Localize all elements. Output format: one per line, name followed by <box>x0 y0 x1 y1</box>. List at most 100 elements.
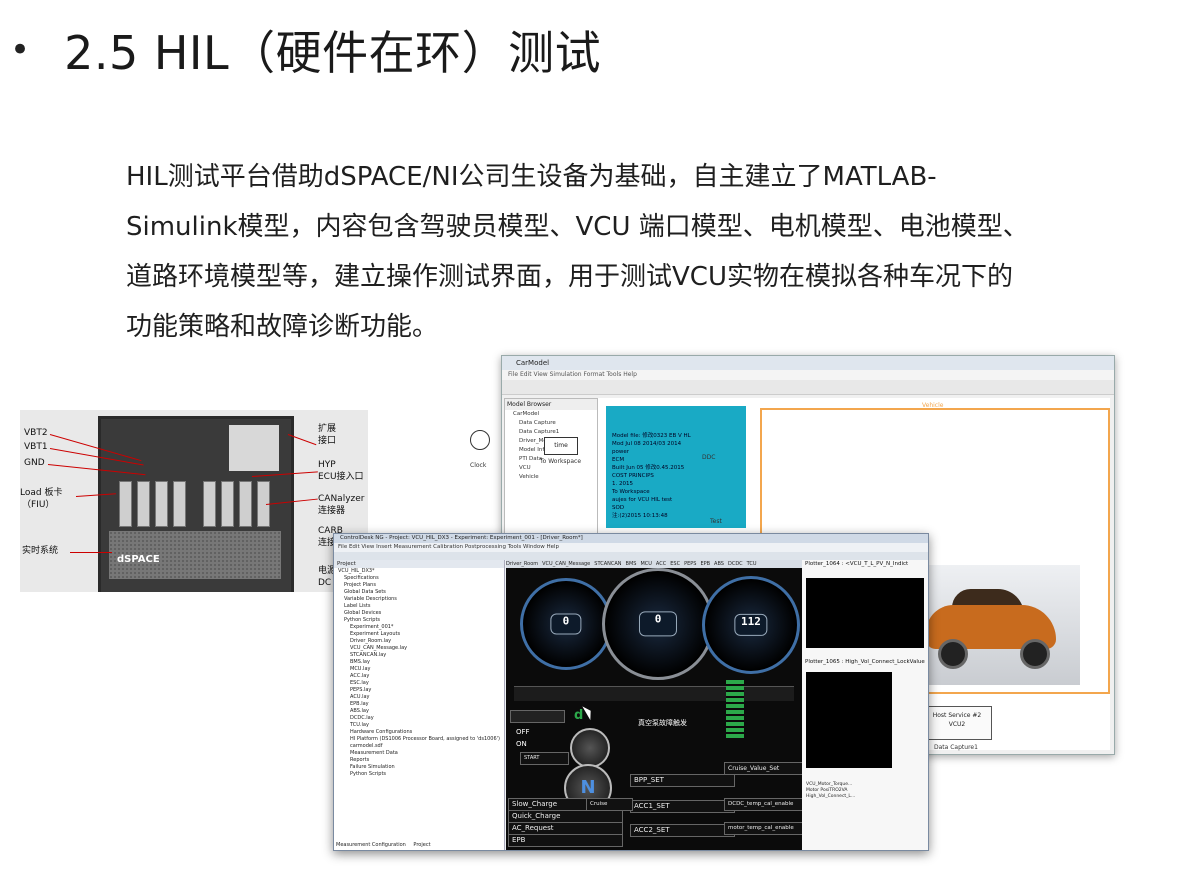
slide-paragraph: HIL测试平台借助dSPACE/NI公司生设备为基础，自主建立了MATLAB-S… <box>126 162 1029 342</box>
legend-item: High_Vol_Connect_L... <box>806 794 856 799</box>
simulink-menubar[interactable]: File Edit View Simulation Format Tools H… <box>502 370 1114 380</box>
test-label: Test <box>710 518 722 525</box>
speed-gauge: 0 <box>602 568 714 680</box>
plotter-area[interactable] <box>806 578 924 648</box>
project-tree-item[interactable]: PEPS.lay <box>334 687 504 694</box>
project-tree-item[interactable]: Variable Descriptions <box>334 596 504 603</box>
project-tree-item[interactable]: DCDC.lay <box>334 715 504 722</box>
tree-item[interactable]: Data Capture <box>505 419 597 428</box>
project-tree-item[interactable]: Global Data Sets <box>334 589 504 596</box>
project-tree-item[interactable]: ABS.lay <box>334 708 504 715</box>
controldesk-window[interactable]: ControlDesk NG - Project: VCU_HIL_DX3 - … <box>333 533 929 851</box>
layout-tab-list[interactable]: Driver_Room VCU_CAN_Message STCANCAN BMS MCU… <box>506 561 761 567</box>
project-tree-item[interactable]: Experiment_001* <box>334 624 504 631</box>
tree-item[interactable]: CarModel <box>505 410 597 419</box>
layout-tabs[interactable]: Driver_Room VCU_CAN_Message STCANCAN BMS MCU… <box>506 560 802 568</box>
project-tree-item[interactable]: HI Platform (DS1006 Processor Board, ass… <box>334 736 504 743</box>
layout-tab[interactable]: ACC <box>656 561 666 567</box>
layout-tab[interactable]: MCU <box>640 561 651 567</box>
layout-tab[interactable]: PEPS <box>684 561 696 567</box>
project-tree-item[interactable]: VCU_HIL_DX3* <box>334 568 504 575</box>
layout-tab[interactable]: Driver_Room <box>506 561 538 567</box>
rack-slot <box>173 481 186 527</box>
fault-panel-title: 真空泵故障触发 <box>638 719 687 727</box>
project-tree-item[interactable]: Hardware Configurations <box>334 729 504 736</box>
label-ecu-port: ECU接入口 <box>318 472 364 482</box>
layout-tab[interactable]: DCDC <box>728 561 743 567</box>
project-tree-item[interactable]: ESC.lay <box>334 680 504 687</box>
project-tree-item[interactable]: Measurement Data <box>334 750 504 757</box>
project-tree-item[interactable]: Label Lists <box>334 603 504 610</box>
project-tree-item[interactable]: TCU.lay <box>334 722 504 729</box>
project-tree-item[interactable]: Reports <box>334 757 504 764</box>
project-panel[interactable]: Project VCU_HIL_DX3* Specifications Projec… <box>334 560 505 850</box>
project-tree-item[interactable]: Experiment Layouts <box>334 631 504 638</box>
throttle-slider[interactable] <box>514 686 794 701</box>
project-tree-item[interactable]: Global Devices <box>334 610 504 617</box>
layout-tab[interactable]: EPB <box>700 561 710 567</box>
project-tree-item[interactable]: Python Scripts <box>334 771 504 778</box>
clock-icon[interactable] <box>470 430 490 450</box>
simulink-toolbar[interactable] <box>502 380 1114 395</box>
layout-tab[interactable]: TCU <box>747 561 757 567</box>
project-bottom-tabs[interactable]: Measurement Configuration Project <box>336 842 431 848</box>
label-hyp: HYP <box>318 460 336 470</box>
bpp-set-button[interactable]: BPP_SET <box>630 774 735 787</box>
project-tree-item[interactable]: ACU.lay <box>334 694 504 701</box>
host-service-block[interactable]: Host Service #2 VCU2 <box>922 706 992 740</box>
project-tree-item[interactable]: EPB.lay <box>334 701 504 708</box>
tab-project[interactable]: Project <box>413 842 430 848</box>
label-canalyzer: CANalyzer <box>318 494 365 504</box>
hil-rack-photo: dSPACE VBT2 VBT1 GND Load 板卡 （FIU） 实时系统 … <box>20 410 368 592</box>
tree-item[interactable]: Data Capture1 <box>505 428 597 437</box>
epb-button[interactable]: EPB <box>508 834 623 847</box>
to-workspace-block[interactable]: time <box>544 437 578 455</box>
project-tree[interactable]: VCU_HIL_DX3* Specifications Project Plans G… <box>334 568 504 778</box>
start-button[interactable]: START <box>520 752 569 765</box>
acc1-set-button[interactable]: ACC1_SET <box>630 800 735 813</box>
plotter-title: Plotter_1065 : High_Vol_Connect_LockValu… <box>805 659 925 665</box>
layout-tab[interactable]: BMS <box>626 561 637 567</box>
plotter-title: Plotter_1064 : <VCU_T_L_PV_N_Indict <box>805 561 909 567</box>
dcdc-temp-cal-button[interactable]: DCDC_temp_cal_enable <box>724 798 803 811</box>
project-tree-item[interactable]: BMS.lay <box>334 659 504 666</box>
cruise-button[interactable]: Cruise <box>586 798 633 811</box>
project-tree-item[interactable]: carmodel.sdf <box>334 743 504 750</box>
tree-item[interactable]: VCU <box>505 464 597 473</box>
layout-tab[interactable]: STCANCAN <box>594 561 621 567</box>
motor-temp-cal-button[interactable]: motor_temp_cal_enable <box>724 822 803 835</box>
leader-line <box>70 552 112 553</box>
controldesk-menubar[interactable]: File Edit View Insert Measurement Calibr… <box>334 543 928 552</box>
model-info-block[interactable]: Model file: 修改0323 EB V HL Mod Jul 08 20… <box>606 406 746 528</box>
acc2-set-button[interactable]: ACC2_SET <box>630 824 735 837</box>
plotter-panel[interactable]: Plotter_1064 : <VCU_T_L_PV_N_Indict Plot… <box>802 560 928 850</box>
label-load-card: Load 板卡 <box>20 488 63 498</box>
driver-room-dashboard[interactable]: 0 0 112 OFF ON START d N 真空泵故障触发 Slow_Ch… <box>506 568 803 850</box>
project-tree-item[interactable]: Driver_Room.lay <box>334 638 504 645</box>
slide-title: 2.5 HIL（硬件在环）测试 <box>64 26 602 80</box>
label-realtime-system: 实时系统 <box>22 546 59 556</box>
project-tree-item[interactable]: ACC.lay <box>334 673 504 680</box>
plotter-area[interactable] <box>806 672 892 768</box>
car-wheel <box>938 639 968 669</box>
tab-measurement-configuration[interactable]: Measurement Configuration <box>336 842 406 848</box>
project-tree-item[interactable]: Python Scripts <box>334 617 504 624</box>
project-tree-item[interactable]: Specifications <box>334 575 504 582</box>
layout-tab[interactable]: VCU_CAN_Message <box>542 561 590 567</box>
controldesk-toolbar[interactable] <box>334 552 928 560</box>
model-info-line: SOD <box>612 505 625 511</box>
project-tree-item[interactable]: VCU_CAN_Message.lay <box>334 645 504 652</box>
project-tree-item[interactable]: MCU.lay <box>334 666 504 673</box>
label-vbt1: VBT1 <box>24 442 48 452</box>
model-info-line: Mod Jul 08 2014/03 2014 <box>612 441 682 447</box>
cruise-value-set-button[interactable]: Cruise_Value_Set <box>724 762 803 775</box>
project-tree-item[interactable]: Failure Simulation <box>334 764 504 771</box>
tree-item[interactable]: Vehicle <box>505 473 597 482</box>
power-switch[interactable] <box>510 710 565 723</box>
project-tree-item[interactable]: Project Plans <box>334 582 504 589</box>
model-info-line: 1. 2015 <box>612 481 633 487</box>
layout-tab[interactable]: ESC <box>670 561 680 567</box>
project-tree-item[interactable]: STCANCAN.lay <box>334 652 504 659</box>
layout-tab[interactable]: ABS <box>714 561 724 567</box>
gear-dial[interactable] <box>570 728 610 768</box>
